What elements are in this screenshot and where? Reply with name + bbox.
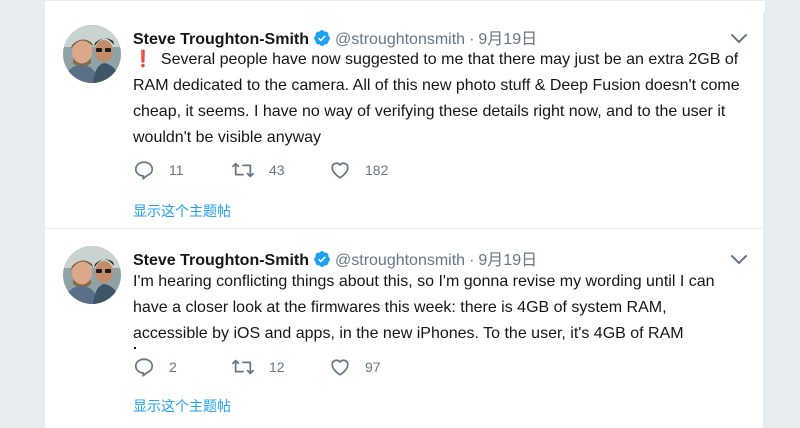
avatar-image [63, 246, 121, 304]
timeline: Steve Troughton-Smith @stroughtonsmith ·… [44, 0, 765, 428]
retweet-count: 43 [269, 162, 285, 178]
verified-badge-icon [313, 250, 331, 268]
tweet[interactable]: Steve Troughton-Smith @stroughtonsmith ·… [45, 0, 765, 228]
heart-icon [331, 359, 349, 376]
tweet-actions: 2 12 97 [133, 356, 427, 378]
verified-badge-icon [313, 29, 331, 47]
divider-dot [134, 347, 136, 349]
author-handle[interactable]: @stroughtonsmith [335, 252, 465, 270]
separator-dot: · [469, 252, 475, 269]
like-button[interactable]: 182 [329, 159, 427, 181]
chevron-down-icon[interactable] [729, 28, 749, 48]
heart-icon [331, 162, 349, 179]
chevron-down-icon[interactable] [729, 249, 749, 269]
avatar[interactable] [63, 246, 121, 304]
retweet-button[interactable]: 12 [231, 356, 329, 378]
avatar-image [63, 25, 121, 83]
tweet[interactable]: Steve Troughton-Smith @stroughtonsmith ·… [45, 228, 765, 428]
reply-button[interactable]: 11 [133, 159, 231, 181]
reply-icon [134, 161, 154, 180]
retweet-count: 12 [269, 359, 285, 375]
show-thread-link[interactable]: 显示这个主题帖 [133, 396, 231, 416]
retweet-button[interactable]: 43 [231, 159, 329, 181]
like-count: 97 [365, 359, 381, 375]
show-thread-link[interactable]: 显示这个主题帖 [133, 201, 231, 221]
like-count: 182 [365, 162, 389, 178]
exclamation-icon: ❗ [133, 51, 153, 68]
like-button[interactable]: 97 [329, 356, 427, 378]
reply-count: 2 [169, 359, 177, 375]
tweet-actions: 11 43 182 [133, 159, 427, 181]
author-name[interactable]: Steve Troughton-Smith [133, 252, 309, 270]
tweet-text: I'm hearing conflicting things about thi… [133, 269, 743, 347]
tweet-header: Steve Troughton-Smith @stroughtonsmith ·… [133, 246, 537, 270]
reply-count: 11 [169, 162, 184, 178]
tweet-text: ❗ Several people have now suggested to me… [133, 47, 743, 151]
tweet-body: I'm hearing conflicting things about thi… [133, 273, 715, 342]
avatar[interactable] [63, 25, 121, 83]
tweet-date[interactable]: 9月19日 [478, 25, 537, 49]
tweet-body: Several people have now suggested to me … [133, 51, 740, 146]
reply-button[interactable]: 2 [133, 356, 231, 378]
retweet-icon [232, 162, 254, 178]
tweet-header: Steve Troughton-Smith @stroughtonsmith ·… [133, 25, 537, 49]
reply-icon [134, 358, 154, 377]
retweet-icon [232, 359, 254, 375]
tweet-date[interactable]: 9月19日 [478, 246, 537, 270]
